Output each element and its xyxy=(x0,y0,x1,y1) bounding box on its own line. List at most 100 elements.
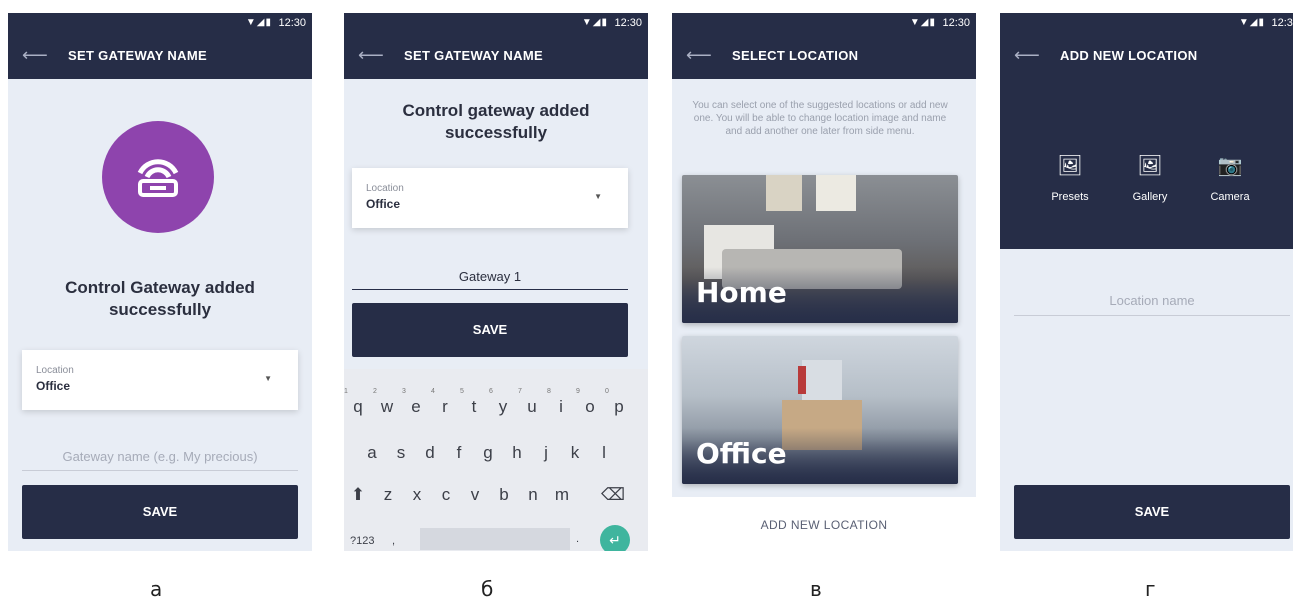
save-button[interactable]: SAVE xyxy=(1014,485,1290,539)
key[interactable]: 4r xyxy=(431,388,455,417)
status-bar: ▼◢▮ 12:30 xyxy=(344,13,648,33)
screen-add-new-location: ▼◢▮ 12:30 ⟵ ADD NEW LOCATION 🖼 Presets 🖼… xyxy=(1000,13,1293,551)
symbols-key[interactable]: ?123 xyxy=(350,535,374,547)
key[interactable]: h xyxy=(507,443,527,463)
location-name: Office xyxy=(696,437,787,470)
gateway-name-input[interactable]: Gateway name (e.g. My precious) xyxy=(22,449,298,471)
router-icon xyxy=(137,159,179,197)
location-value: Office xyxy=(36,379,71,393)
camera-option[interactable]: 📷 Camera xyxy=(1190,153,1270,203)
backspace-icon[interactable]: ⌫ xyxy=(600,485,626,505)
screen-set-gateway-name: ▼◢▮ 12:30 ⟵ SET GATEWAY NAME Control Gat… xyxy=(8,13,312,551)
location-dropdown[interactable]: Location Office ▼ xyxy=(22,350,298,410)
comma-key[interactable]: , xyxy=(392,535,395,547)
status-bar: ▼◢▮ 12:30 xyxy=(1000,13,1293,33)
camera-icon: 📷 xyxy=(1217,155,1243,177)
key[interactable]: 7u xyxy=(518,388,542,417)
key[interactable]: g xyxy=(478,443,498,463)
signal-icons: ▼◢▮ xyxy=(909,17,936,28)
presets-option[interactable]: 🖼 Presets xyxy=(1030,153,1110,203)
save-button[interactable]: SAVE xyxy=(352,303,628,357)
key[interactable]: d xyxy=(420,443,440,463)
gallery-icon: 🖼 xyxy=(1137,155,1163,177)
app-bar: ⟵ ADD NEW LOCATION xyxy=(1000,33,1293,249)
image-icon: 🖼 xyxy=(1057,155,1083,177)
key[interactable]: 5t xyxy=(460,388,484,417)
key[interactable]: j xyxy=(536,443,556,463)
location-value: Office xyxy=(366,197,401,211)
figure-caption: г xyxy=(1145,577,1156,601)
gallery-option[interactable]: 🖼 Gallery xyxy=(1110,153,1190,203)
page-title: SELECT LOCATION xyxy=(732,48,859,63)
figure-caption: в xyxy=(810,577,822,601)
wall-art xyxy=(766,175,802,211)
page-title: SET GATEWAY NAME xyxy=(404,48,543,63)
key[interactable]: 0p xyxy=(605,388,629,417)
gateway-name-input[interactable]: Gateway 1 xyxy=(352,269,628,290)
back-arrow-icon[interactable]: ⟵ xyxy=(1014,45,1040,66)
key[interactable]: 8i xyxy=(547,388,571,417)
app-bar: ⟵ SELECT LOCATION xyxy=(672,33,976,79)
key[interactable]: n xyxy=(523,485,543,505)
success-heading: Control gateway added successfully xyxy=(402,101,590,142)
status-bar: ▼◢▮ 12:30 xyxy=(8,13,312,33)
status-time: 12:30 xyxy=(278,17,306,29)
signal-icons: ▼◢▮ xyxy=(245,17,272,28)
back-arrow-icon[interactable]: ⟵ xyxy=(22,45,48,66)
soft-keyboard: 1q 2w 3e 4r 5t 6y 7u 8i 9o 0p a s d f g … xyxy=(344,369,648,551)
signal-icons: ▼◢▮ xyxy=(581,17,608,28)
key[interactable]: c xyxy=(436,485,456,505)
figure-caption: а xyxy=(150,577,163,601)
signal-icons: ▼◢▮ xyxy=(1238,17,1265,28)
location-card-office[interactable]: Office xyxy=(682,336,958,484)
key[interactable]: b xyxy=(494,485,514,505)
location-name: Home xyxy=(696,276,787,309)
save-button[interactable]: SAVE xyxy=(22,485,298,539)
gateway-icon-circle xyxy=(102,121,214,233)
key[interactable]: s xyxy=(391,443,411,463)
key[interactable]: 2w xyxy=(373,388,397,417)
key[interactable]: 6y xyxy=(489,388,513,417)
key[interactable]: 1q xyxy=(344,388,368,417)
key[interactable]: a xyxy=(362,443,382,463)
key[interactable]: m xyxy=(552,485,572,505)
location-label: Location xyxy=(36,365,74,376)
enter-icon[interactable]: ↵ xyxy=(600,525,630,551)
location-label: Location xyxy=(366,183,404,194)
screen-select-location: ▼◢▮ 12:30 ⟵ SELECT LOCATION You can sele… xyxy=(672,13,976,551)
status-time: 12:30 xyxy=(1271,17,1293,29)
add-new-location-button[interactable]: ADD NEW LOCATION xyxy=(672,518,976,532)
page-title: ADD NEW LOCATION xyxy=(1060,48,1198,63)
key[interactable]: v xyxy=(465,485,485,505)
back-arrow-icon[interactable]: ⟵ xyxy=(686,45,712,66)
success-heading: Control Gateway added successfully xyxy=(65,278,255,319)
app-bar: ⟵ SET GATEWAY NAME xyxy=(344,33,648,79)
space-bar[interactable] xyxy=(420,528,570,550)
key[interactable]: f xyxy=(449,443,469,463)
location-name-input[interactable]: Location name xyxy=(1014,293,1290,316)
page-title: SET GATEWAY NAME xyxy=(68,48,207,63)
status-time: 12:30 xyxy=(942,17,970,29)
key[interactable]: 9o xyxy=(576,388,600,417)
wall-art xyxy=(816,175,856,211)
red-column xyxy=(798,366,806,394)
intro-text: You can select one of the suggested loca… xyxy=(692,100,948,137)
app-bar: ⟵ SET GATEWAY NAME xyxy=(8,33,312,79)
figure-caption: б xyxy=(481,577,494,601)
chevron-down-icon: ▼ xyxy=(594,192,602,201)
status-time: 12:30 xyxy=(614,17,642,29)
window xyxy=(802,360,842,404)
shift-icon[interactable]: ⬆ xyxy=(348,485,368,505)
key[interactable]: l xyxy=(594,443,614,463)
key[interactable]: z xyxy=(378,485,398,505)
screen-set-gateway-name-keyboard: ▼◢▮ 12:30 ⟵ SET GATEWAY NAME Control gat… xyxy=(344,13,648,551)
chevron-down-icon: ▼ xyxy=(264,374,272,383)
key[interactable]: 3e xyxy=(402,388,426,417)
location-dropdown[interactable]: Location Office ▼ xyxy=(352,168,628,228)
key[interactable]: k xyxy=(565,443,585,463)
location-card-home[interactable]: Home xyxy=(682,175,958,323)
key[interactable]: x xyxy=(407,485,427,505)
back-arrow-icon[interactable]: ⟵ xyxy=(358,45,384,66)
status-bar: ▼◢▮ 12:30 xyxy=(672,13,976,33)
period-key[interactable]: . xyxy=(576,533,579,545)
